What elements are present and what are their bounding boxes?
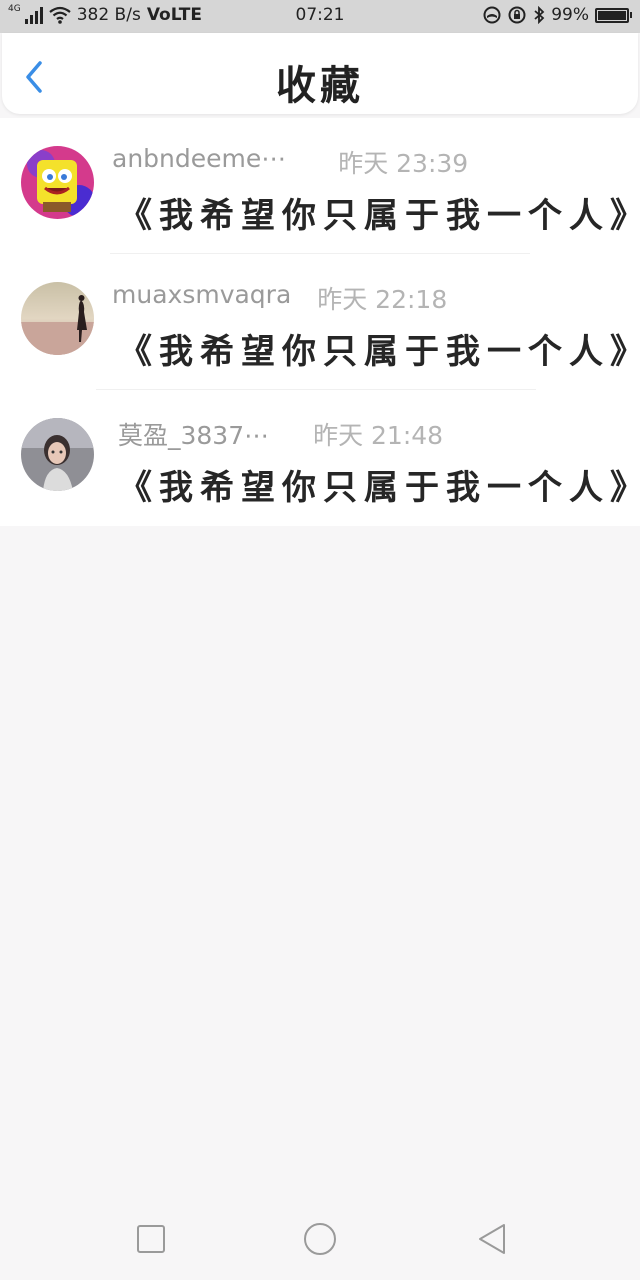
username[interactable]: muaxsmvaqra xyxy=(112,280,291,309)
username[interactable]: 莫盈_3837⋯ xyxy=(118,416,269,452)
lock-rotation-icon xyxy=(508,6,526,24)
girl-photo-avatar[interactable] xyxy=(21,418,94,491)
quote-title[interactable]: 《我希望你只属于我一个人》 xyxy=(118,188,640,237)
timestamp: 昨天 21:48 xyxy=(313,421,444,450)
battery-percent: 99% xyxy=(551,5,589,25)
beach-silhouette-avatar[interactable] xyxy=(21,282,94,355)
status-right: 99% xyxy=(483,5,632,25)
timestamp: 昨天 23:39 xyxy=(338,149,469,178)
system-nav-bar xyxy=(0,1196,640,1280)
battery-icon xyxy=(595,7,632,23)
bluetooth-icon xyxy=(534,6,545,24)
favorite-item[interactable]: anbndeeme⋯ 昨天 23:39 《我希望你只属于我一个人》 xyxy=(0,118,640,254)
status-bar: 4G 382 B/s VoLTE 07:21 99% xyxy=(0,0,640,33)
back-icon[interactable] xyxy=(474,1221,510,1257)
spongebob-avatar[interactable] xyxy=(21,146,94,219)
quote-title[interactable]: 《我希望你只属于我一个人》 xyxy=(118,324,640,373)
username[interactable]: anbndeeme⋯ xyxy=(112,144,286,173)
favorites-list: anbndeeme⋯ 昨天 23:39 《我希望你只属于我一个人》 muaxsm… xyxy=(0,118,640,526)
app-header: 收藏 xyxy=(2,33,638,114)
favorite-item[interactable]: 莫盈_3837⋯ 昨天 21:48 《我希望你只属于我一个人》 xyxy=(0,390,640,526)
favorite-item[interactable]: muaxsmvaqra 昨天 22:18 《我希望你只属于我一个人》 xyxy=(0,254,640,390)
quote-title[interactable]: 《我希望你只属于我一个人》 xyxy=(118,460,640,509)
item-meta: anbndeeme⋯ 昨天 23:39 xyxy=(112,144,620,178)
item-meta: muaxsmvaqra 昨天 22:18 xyxy=(112,280,620,314)
page-title: 收藏 xyxy=(276,63,364,109)
home-icon[interactable] xyxy=(302,1221,338,1257)
screen: 4G 382 B/s VoLTE 07:21 99% 收藏 anbndeeme⋯… xyxy=(0,0,640,1280)
recent-apps-icon[interactable] xyxy=(133,1221,169,1257)
item-meta: 莫盈_3837⋯ 昨天 21:48 xyxy=(112,416,620,450)
timestamp: 昨天 22:18 xyxy=(317,285,448,314)
nfc-icon xyxy=(483,6,501,24)
